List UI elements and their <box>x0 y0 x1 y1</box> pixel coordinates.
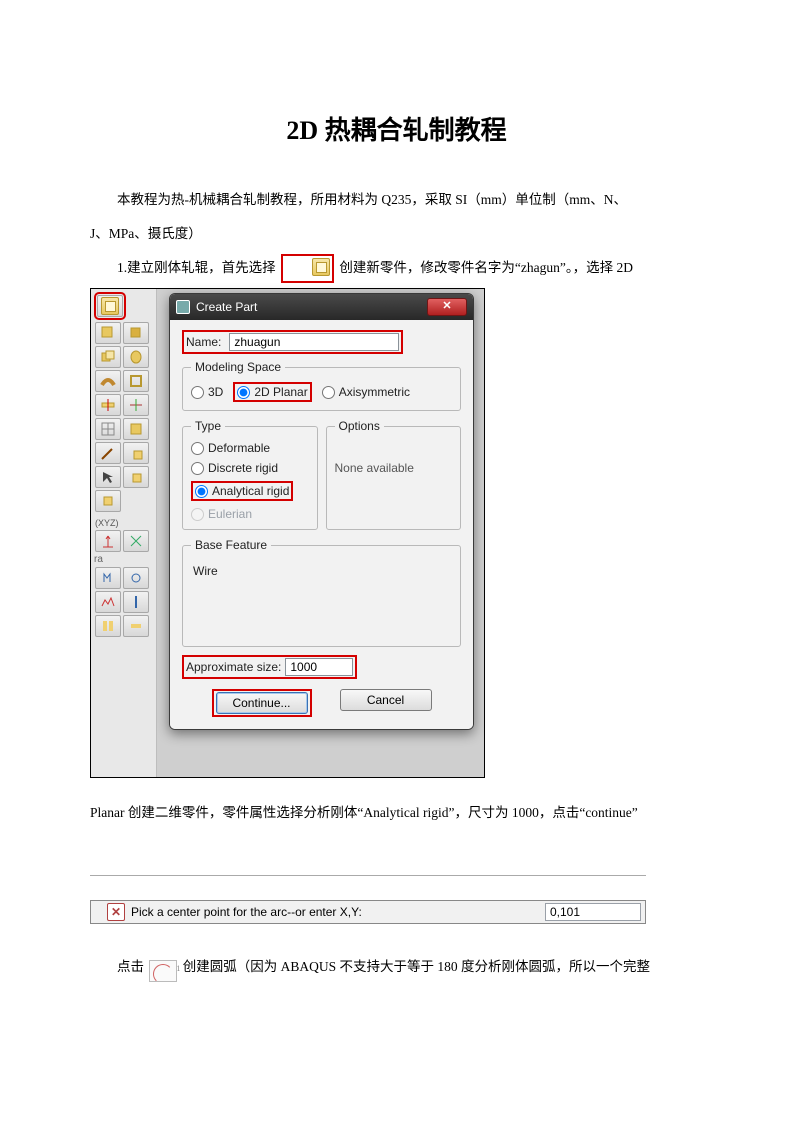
abaqus-toolbar: (XYZ) ra <box>91 289 157 777</box>
tool-plot[interactable] <box>95 591 121 613</box>
cancel-button[interactable]: Cancel <box>340 689 432 711</box>
type-legend: Type <box>191 419 225 433</box>
radio-analytical-rigid[interactable] <box>195 485 208 498</box>
intro-line-1: 本教程为热-机械耦合轧制教程，所用材料为 Q235，采取 SI（mm）单位制（m… <box>90 183 703 217</box>
radio-axisymmetric[interactable] <box>322 386 335 399</box>
radio-deformable[interactable] <box>191 442 204 455</box>
step-arc-line: 点击 1 创建圆弧（因为 ABAQUS 不支持大于等于 180 度分析刚体圆弧，… <box>90 950 703 984</box>
dialog-title: Create Part <box>196 300 257 314</box>
tool-axis1[interactable] <box>95 530 121 552</box>
close-icon[interactable]: ✕ <box>427 298 467 316</box>
tool-partition[interactable] <box>95 394 121 416</box>
divider <box>90 875 646 876</box>
continue-button[interactable]: Continue... <box>216 692 308 714</box>
tool-datum[interactable] <box>123 394 149 416</box>
base-feature-group: Base Feature Wire <box>182 538 461 647</box>
radio-deformable-label: Deformable <box>208 441 270 455</box>
page-title: 2D 热耦合轧制教程 <box>90 110 703 147</box>
radio-discrete-rigid[interactable] <box>191 462 204 475</box>
options-group: Options None available <box>326 419 462 530</box>
step-arc-text-a: 点击 <box>117 959 144 974</box>
tool-csys[interactable] <box>95 490 121 512</box>
modeling-space-legend: Modeling Space <box>191 360 285 374</box>
name-label: Name: <box>186 335 221 349</box>
radio-eulerian-label: Eulerian <box>208 507 252 521</box>
create-part-dialog: Create Part ✕ Name: Modeling Space 3D 2D… <box>169 293 474 730</box>
approx-size-input[interactable] <box>285 658 353 676</box>
tool-shell[interactable] <box>123 370 149 392</box>
tool-sel1[interactable] <box>95 466 121 488</box>
radio-3d[interactable] <box>191 386 204 399</box>
approx-size-label: Approximate size: <box>186 660 281 674</box>
radio-2d-planar[interactable] <box>237 386 250 399</box>
tool-sketch1[interactable] <box>95 442 121 464</box>
options-none: None available <box>335 441 453 475</box>
prompt-cancel-icon[interactable]: ✕ <box>107 903 125 921</box>
prompt-xy-input[interactable] <box>545 903 641 921</box>
step1-text-b: 创建新零件，修改零件名字为“zhagun”。，选择 2D <box>339 260 633 275</box>
radio-axisymmetric-label: Axisymmetric <box>339 385 410 399</box>
tool-mesh1[interactable] <box>95 418 121 440</box>
tool-b2[interactable] <box>123 615 149 637</box>
radio-analytical-rigid-label: Analytical rigid <box>212 484 289 498</box>
tool-cube2[interactable] <box>123 322 149 344</box>
ra-label: ra <box>93 554 154 565</box>
tool-axis2[interactable] <box>123 530 149 552</box>
step1-tail: Planar 创建二维零件，零件属性选择分析刚体“Analytical rigi… <box>90 796 703 830</box>
dialog-titlebar[interactable]: Create Part ✕ <box>170 294 473 320</box>
tool-m1[interactable] <box>95 567 121 589</box>
radio-2d-planar-label: 2D Planar <box>254 385 307 399</box>
prompt-bar: ✕ Pick a center point for the arc--or en… <box>90 900 646 924</box>
step-arc-text-b: 创建圆弧（因为 ABAQUS 不支持大于等于 180 度分析刚体圆弧，所以一个完… <box>183 959 650 974</box>
part-name-input[interactable] <box>229 333 399 351</box>
dialog-app-icon <box>176 300 190 314</box>
step1-text-a: 1.建立刚体轧辊，首先选择 <box>117 260 276 275</box>
tool-sel2[interactable] <box>123 466 149 488</box>
tool-m2[interactable] <box>123 567 149 589</box>
create-part-icon <box>281 254 334 283</box>
tool-cube1[interactable] <box>95 322 121 344</box>
step1-line: 1.建立刚体轧辊，首先选择 创建新零件，修改零件名字为“zhagun”。，选择 … <box>90 251 703 285</box>
options-legend: Options <box>335 419 384 433</box>
type-group: Type Deformable Discrete rigid Analytica… <box>182 419 318 530</box>
intro-line-2: J、MPa、摄氏度） <box>90 217 703 251</box>
tool-revolve[interactable] <box>123 346 149 368</box>
tool-extrude[interactable] <box>95 346 121 368</box>
create-part-figure: (XYZ) ra Create Part ✕ <box>90 288 485 778</box>
tool-b1[interactable] <box>95 615 121 637</box>
arc-tool-icon: 1 <box>149 960 177 982</box>
tool-sweep[interactable] <box>95 370 121 392</box>
tool-mesh2[interactable] <box>123 418 149 440</box>
radio-discrete-rigid-label: Discrete rigid <box>208 461 278 475</box>
base-feature-legend: Base Feature <box>191 538 271 552</box>
prompt-message: Pick a center point for the arc--or ente… <box>131 905 545 919</box>
modeling-space-group: Modeling Space 3D 2D Planar Axisymmetric <box>182 360 461 411</box>
radio-3d-label: 3D <box>208 385 223 399</box>
base-feature-value: Wire <box>191 560 452 638</box>
radio-eulerian <box>191 508 204 521</box>
create-part-tool[interactable] <box>97 295 123 317</box>
tool-sketch2[interactable] <box>123 442 149 464</box>
tool-line[interactable] <box>123 591 149 613</box>
